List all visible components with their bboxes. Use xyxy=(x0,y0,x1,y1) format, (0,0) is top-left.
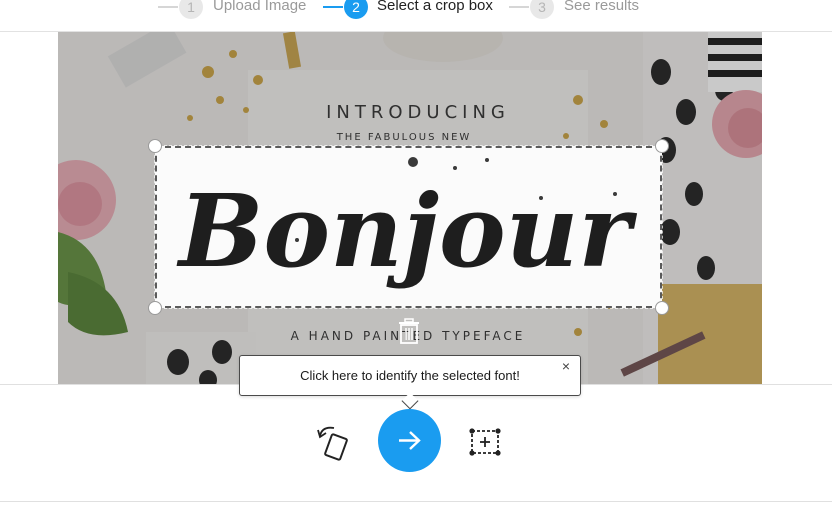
crop-handle-bottom-right[interactable] xyxy=(655,301,669,315)
image-stage[interactable]: INTRODUCING THE FABULOUS NEW A HAND PAIN… xyxy=(58,32,762,384)
stepper-line-pending xyxy=(509,6,529,8)
toolbar-bottom-divider xyxy=(0,501,832,502)
stepper: 1 Upload Image 2 Select a crop box 3 See… xyxy=(0,0,832,22)
step-label-results: See results xyxy=(564,0,640,14)
crop-handle-bottom-left[interactable] xyxy=(148,301,162,315)
stepper-line-active xyxy=(323,6,343,8)
trash-icon[interactable] xyxy=(398,318,420,344)
stepper-line-start xyxy=(158,6,178,8)
tooltip-text: Click here to identify the selected font… xyxy=(300,368,520,383)
page: 1 Upload Image 2 Select a crop box 3 See… xyxy=(0,0,832,512)
identify-font-button[interactable] xyxy=(378,409,441,472)
step-number-1[interactable]: 1 xyxy=(179,0,203,19)
add-crop-box-icon xyxy=(469,428,501,456)
step-label-crop: Select a crop box xyxy=(377,0,493,14)
crop-box[interactable]: Bonjour xyxy=(148,139,669,315)
crop-handle-top-right[interactable] xyxy=(655,139,669,153)
crop-handle-top-left[interactable] xyxy=(148,139,162,153)
crop-content: Bonjour xyxy=(157,148,660,306)
identify-font-tooltip: Click here to identify the selected font… xyxy=(239,355,581,410)
step-label-upload[interactable]: Upload Image xyxy=(213,0,306,14)
rotate-button[interactable] xyxy=(314,422,354,464)
tooltip-arrow xyxy=(401,392,419,410)
arrow-right-icon xyxy=(399,431,421,450)
rotate-icon xyxy=(317,426,348,461)
script-bonjour-text: Bonjour xyxy=(176,172,638,290)
photo-subline-text: THE FABULOUS NEW xyxy=(336,132,472,143)
photo-headline-text: INTRODUCING xyxy=(326,102,510,123)
close-icon[interactable]: × xyxy=(558,358,574,374)
step-number-3: 3 xyxy=(530,0,554,19)
add-crop-box-button[interactable] xyxy=(468,427,502,457)
step-number-2: 2 xyxy=(344,0,368,19)
